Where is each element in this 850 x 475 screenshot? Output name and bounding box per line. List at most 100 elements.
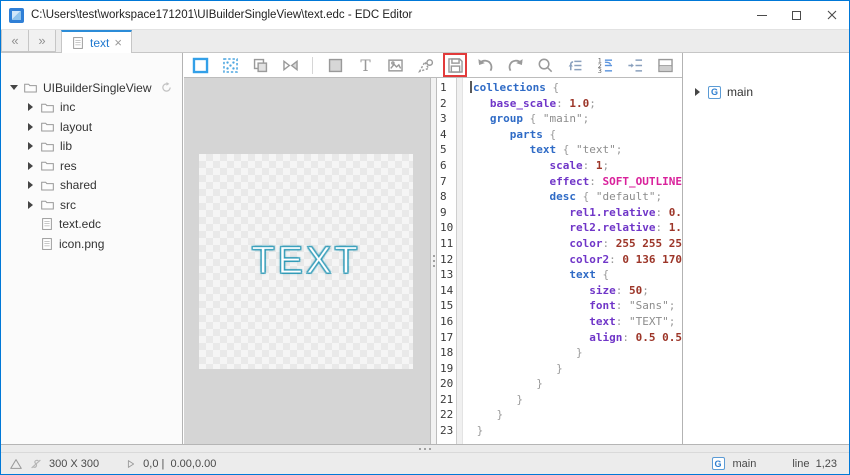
code-line-6[interactable]: scale: 1; bbox=[470, 158, 682, 174]
undo-icon[interactable] bbox=[473, 53, 497, 77]
dummy-swallow-icon[interactable] bbox=[218, 53, 242, 77]
tree-item-lib[interactable]: lib bbox=[1, 137, 182, 157]
statusbar-left: 300 X 300 0,0 | 0.00,0.00 bbox=[9, 457, 216, 471]
code-line-8[interactable]: desc { "default"; bbox=[470, 189, 682, 205]
code-editor[interactable]: 1234567891011121314151617181920212223 co… bbox=[437, 78, 682, 444]
code-line-16[interactable]: text: "TEXT"; bbox=[470, 314, 682, 330]
code-line-2[interactable]: base_scale: 1.0; bbox=[470, 96, 682, 112]
tree-item-inc[interactable]: inc bbox=[1, 98, 182, 118]
mirror-mode-icon[interactable] bbox=[278, 53, 302, 77]
find-icon[interactable] bbox=[533, 53, 557, 77]
code-token: "Sans" bbox=[629, 299, 669, 312]
code-line-15[interactable]: font: "Sans"; bbox=[470, 298, 682, 314]
outline-list: Gmain bbox=[683, 53, 849, 101]
play-marker-icon bbox=[125, 458, 137, 470]
collapse-arrow-icon[interactable] bbox=[693, 88, 702, 96]
code-line-21[interactable]: } bbox=[470, 392, 682, 408]
code-line-22[interactable]: } bbox=[470, 407, 682, 423]
tree-item-shared[interactable]: shared bbox=[1, 176, 182, 196]
code-line-12[interactable]: color2: 0 136 170 100; bbox=[470, 252, 682, 268]
svg-text:T: T bbox=[360, 56, 371, 74]
code-token: { bbox=[556, 143, 576, 156]
text-cursor bbox=[470, 81, 472, 93]
tree-root-label: UIBuilderSingleView bbox=[43, 81, 152, 95]
tree-item-text-edc[interactable]: text.edc bbox=[1, 215, 182, 235]
wireframe-icon[interactable] bbox=[248, 53, 272, 77]
tree-item-label: shared bbox=[60, 178, 97, 192]
refresh-icon[interactable] bbox=[160, 81, 173, 94]
tree-root[interactable]: UIBuilderSingleView bbox=[1, 78, 182, 98]
code-line-14[interactable]: size: 50; bbox=[470, 283, 682, 299]
minimize-button[interactable] bbox=[744, 1, 779, 29]
add-swallow-part-icon[interactable] bbox=[413, 53, 437, 77]
outline-item-main[interactable]: Gmain bbox=[683, 83, 849, 101]
collapse-arrow-icon[interactable] bbox=[26, 201, 35, 209]
code-line-9[interactable]: rel1.relative: 0.0 0.0; bbox=[470, 205, 682, 221]
warning-triangle-icon[interactable] bbox=[9, 457, 23, 471]
code-token: "default" bbox=[596, 190, 656, 203]
folder-icon bbox=[40, 119, 55, 134]
goto-line-icon[interactable] bbox=[563, 53, 587, 77]
code-line-7[interactable]: effect: SOFT_OUTLINE; bbox=[470, 174, 682, 190]
code-line-19[interactable]: } bbox=[470, 361, 682, 377]
code-line-20[interactable]: } bbox=[470, 376, 682, 392]
code-line-18[interactable]: } bbox=[470, 345, 682, 361]
collapse-arrow-icon[interactable] bbox=[26, 162, 35, 170]
line-number: 10 bbox=[440, 220, 456, 236]
tree-item-src[interactable]: src bbox=[1, 195, 182, 215]
line-number: 18 bbox=[440, 345, 456, 361]
add-text-part-icon[interactable]: T bbox=[353, 53, 377, 77]
tab-nav-forward-button[interactable]: » bbox=[28, 30, 56, 52]
collapse-arrow-icon[interactable] bbox=[26, 123, 35, 131]
outline-item-label: main bbox=[727, 85, 753, 99]
tree-item-icon-png[interactable]: icon.png bbox=[1, 234, 182, 254]
line-number: 21 bbox=[440, 392, 456, 408]
preview-text: TEXT bbox=[251, 240, 360, 283]
titlebar[interactable]: C:\Users\test\workspace171201\UIBuilderS… bbox=[1, 1, 849, 29]
code-token: color2 bbox=[569, 253, 609, 266]
code-token: base_scale bbox=[490, 97, 556, 110]
tab-text[interactable]: text × bbox=[61, 30, 132, 53]
code-line-10[interactable]: rel2.relative: 1.0 1.0; bbox=[470, 220, 682, 236]
tree-item-layout[interactable]: layout bbox=[1, 117, 182, 137]
add-rect-part-icon[interactable] bbox=[323, 53, 347, 77]
redo-icon[interactable] bbox=[503, 53, 527, 77]
save-icon[interactable] bbox=[443, 53, 467, 77]
code-token: ; bbox=[616, 143, 623, 156]
code-token: } bbox=[536, 377, 543, 390]
live-view-canvas[interactable]: TEXT bbox=[184, 78, 430, 444]
link-off-icon[interactable] bbox=[29, 457, 43, 471]
code-token: group bbox=[490, 112, 523, 125]
auto-indent-icon[interactable] bbox=[623, 53, 647, 77]
code-line-17[interactable]: align: 0.5 0.5; bbox=[470, 330, 682, 346]
expand-arrow-icon[interactable] bbox=[9, 85, 18, 90]
line-number: 12 bbox=[440, 252, 456, 268]
code-area[interactable]: collections { base_scale: 1.0; group { "… bbox=[463, 78, 682, 444]
collapse-arrow-icon[interactable] bbox=[26, 181, 35, 189]
code-line-23[interactable]: } bbox=[470, 423, 682, 439]
vertical-splitter[interactable] bbox=[430, 78, 437, 444]
horizontal-splitter[interactable] bbox=[1, 444, 849, 452]
close-button[interactable] bbox=[814, 1, 849, 29]
code-token: : bbox=[602, 237, 615, 250]
code-token: 0.5 0.5 bbox=[636, 331, 682, 344]
add-image-part-icon[interactable] bbox=[383, 53, 407, 77]
group-icon: G bbox=[708, 86, 721, 99]
code-line-11[interactable]: color: 255 255 255 255; bbox=[470, 236, 682, 252]
code-token: ; bbox=[583, 112, 590, 125]
code-token: : bbox=[616, 315, 629, 328]
code-line-4[interactable]: parts { bbox=[470, 127, 682, 143]
maximize-button[interactable] bbox=[779, 1, 814, 29]
tab-nav-back-button[interactable]: « bbox=[1, 30, 29, 52]
code-line-3[interactable]: group { "main"; bbox=[470, 111, 682, 127]
tab-close-icon[interactable]: × bbox=[114, 36, 122, 49]
code-line-13[interactable]: text { bbox=[470, 267, 682, 283]
code-line-1[interactable]: collections { bbox=[470, 80, 682, 96]
collapse-arrow-icon[interactable] bbox=[26, 103, 35, 111]
collapse-arrow-icon[interactable] bbox=[26, 142, 35, 150]
part-highlight-icon[interactable] bbox=[188, 53, 212, 77]
line-numbers-icon[interactable]: 123 bbox=[593, 53, 617, 77]
code-line-5[interactable]: text { "text"; bbox=[470, 142, 682, 158]
tree-item-res[interactable]: res bbox=[1, 156, 182, 176]
console-toggle-icon[interactable] bbox=[653, 53, 677, 77]
